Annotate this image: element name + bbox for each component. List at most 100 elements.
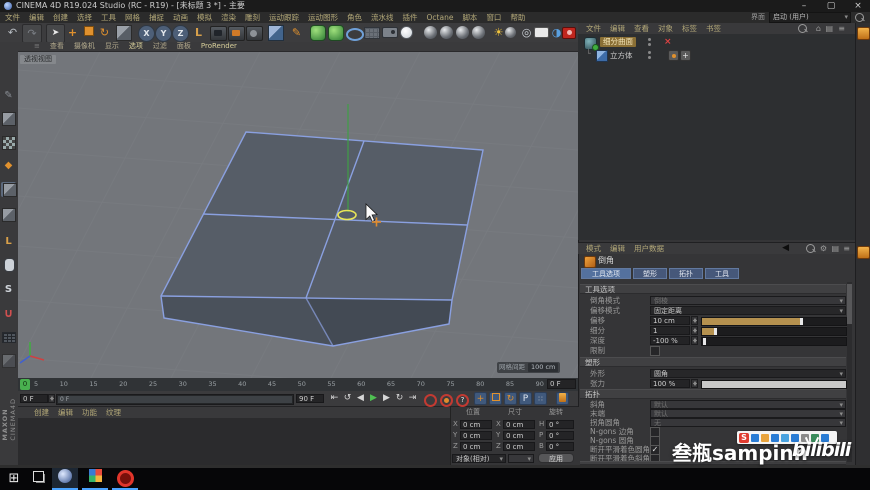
depth-stepper[interactable] xyxy=(691,336,698,345)
start-button-icon[interactable]: ⊞ xyxy=(6,471,22,487)
pos-x-field[interactable]: 0 cm xyxy=(460,420,492,429)
end-frame-field[interactable]: 90 F xyxy=(296,394,324,403)
mat-menu-texture[interactable]: 纹理 xyxy=(106,409,121,417)
camera-object-icon[interactable] xyxy=(382,27,398,38)
om-menu-objects[interactable]: 对象 xyxy=(658,25,673,33)
material-sphere-4-icon[interactable] xyxy=(472,26,485,39)
om-menu-tags[interactable]: 标签 xyxy=(682,25,697,33)
enable-axis-icon[interactable]: L xyxy=(1,234,16,249)
menu-mograph[interactable]: 运动图形 xyxy=(308,14,338,22)
depth-slider[interactable] xyxy=(701,337,847,346)
material-sphere-3-icon[interactable] xyxy=(456,26,469,39)
make-editable-icon[interactable]: ✎ xyxy=(1,88,16,103)
subdivision-slider-knob[interactable] xyxy=(713,328,717,335)
apply-button[interactable]: 应用 xyxy=(538,453,574,463)
material-sphere-2-icon[interactable] xyxy=(440,26,453,39)
visibility-dots[interactable] xyxy=(648,51,651,54)
next-frame-button[interactable]: ▶ xyxy=(380,392,393,405)
miter-dropdown[interactable]: 默认 xyxy=(650,400,846,410)
current-frame-field[interactable]: 0 F xyxy=(547,379,576,389)
om-menu-bookmarks[interactable]: 书签 xyxy=(706,25,721,33)
viewport-menu-cameras[interactable]: 摄像机 xyxy=(74,43,95,50)
frame-range-slider[interactable]: 0 F xyxy=(56,394,294,405)
timeline-playhead[interactable]: 0 xyxy=(20,379,30,390)
spline-pen-icon[interactable]: ✎ xyxy=(288,24,305,41)
object-row-cube[interactable]: └ 立方体 + xyxy=(584,50,849,62)
offset-value[interactable]: 10 cm xyxy=(650,316,690,325)
am-menu-edit[interactable]: 编辑 xyxy=(610,245,625,253)
z-axis-lock[interactable]: Z xyxy=(172,25,189,42)
subdivision-value[interactable]: 1 xyxy=(650,326,690,335)
last-tool-icon[interactable] xyxy=(116,25,132,41)
om-list-icon[interactable]: ≡ xyxy=(838,24,845,33)
goto-end-button[interactable]: ⇥ xyxy=(406,392,419,405)
menu-mesh[interactable]: 网格 xyxy=(125,14,140,22)
tab-tool-options[interactable]: 工具选项 xyxy=(581,268,631,279)
viewport-view-label[interactable]: 透视视图 xyxy=(20,55,56,64)
viewport-solo-icon[interactable] xyxy=(4,258,15,272)
am-search-icon[interactable] xyxy=(806,244,815,253)
tab-shaping[interactable]: 塑形 xyxy=(633,268,667,279)
am-layers-icon[interactable]: ▤ xyxy=(831,244,839,253)
bevel-mode-dropdown[interactable]: 倒棱 xyxy=(650,296,846,306)
coordinate-system-icon[interactable]: L xyxy=(190,24,207,41)
mat-menu-edit[interactable]: 编辑 xyxy=(58,409,73,417)
subdivision-surface-icon[interactable] xyxy=(310,25,326,41)
viewport-canvas[interactable] xyxy=(18,52,578,378)
record-rotation-toggle[interactable]: ↻ xyxy=(504,392,517,405)
x-axis-lock[interactable]: X xyxy=(138,25,155,42)
ending-dropdown[interactable]: 默认 xyxy=(650,409,846,419)
tension-slider[interactable] xyxy=(701,380,847,389)
subdivision-slider[interactable] xyxy=(701,327,847,336)
search-icon[interactable] xyxy=(855,13,864,22)
record-pla-toggle[interactable]: ∷ xyxy=(534,392,547,405)
offset-slider-knob[interactable] xyxy=(799,318,803,325)
am-scrollbar-thumb[interactable] xyxy=(847,284,852,324)
om-menu-view[interactable]: 查看 xyxy=(634,25,649,33)
layout-dropdown[interactable]: 启动 (用户) xyxy=(769,12,851,23)
axis-tag-icon[interactable]: + xyxy=(680,50,691,61)
record-keyframe-button[interactable] xyxy=(424,394,437,407)
model-mode-icon[interactable] xyxy=(2,112,16,126)
am-list-icon[interactable]: ≡ xyxy=(843,244,850,253)
offset-mode-dropdown[interactable]: 固定距离 xyxy=(650,306,846,316)
polygons-mode-icon[interactable] xyxy=(2,208,16,222)
task-view-icon[interactable] xyxy=(30,471,46,487)
frame-range-handle[interactable]: 0 F xyxy=(58,396,292,403)
am-menu-mode[interactable]: 模式 xyxy=(586,245,601,253)
mat-menu-function[interactable]: 功能 xyxy=(82,409,97,417)
material-manager-area[interactable] xyxy=(18,418,450,465)
viewport-menu-panel[interactable]: 面板 xyxy=(177,43,191,50)
rot-h-field[interactable]: 0 ° xyxy=(546,420,574,429)
menu-edit[interactable]: 编辑 xyxy=(29,14,44,22)
menu-render[interactable]: 渲染 xyxy=(221,14,236,22)
viewport-menu-prorender[interactable]: ProRender xyxy=(201,43,237,50)
group-topology[interactable]: 拓扑 xyxy=(580,389,846,399)
menu-pipeline[interactable]: 流水线 xyxy=(371,14,394,22)
viewport-menu-options[interactable]: 选项 xyxy=(129,43,143,50)
coordinate-units-dropdown[interactable] xyxy=(508,454,534,464)
disabled-x-tag[interactable]: × xyxy=(664,38,672,47)
object-row-subdivision[interactable]: 细分曲面 × xyxy=(584,37,849,51)
menu-snap[interactable]: 捕捉 xyxy=(149,14,164,22)
record-parameter-toggle[interactable]: P xyxy=(519,392,532,405)
redo-icon[interactable]: ↷ xyxy=(22,24,42,43)
menu-help[interactable]: 帮助 xyxy=(510,14,525,22)
floor-object-icon[interactable] xyxy=(364,27,380,39)
taskbar-c4d-app[interactable] xyxy=(52,468,78,490)
object-name[interactable]: 细分曲面 xyxy=(600,37,636,47)
goto-start-button[interactable]: ⇤ xyxy=(328,392,341,405)
minimize-button[interactable]: – xyxy=(793,0,815,12)
taskbar-color-app[interactable] xyxy=(82,468,108,490)
play-button[interactable]: ▶ xyxy=(367,392,380,405)
menu-window[interactable]: 窗口 xyxy=(486,14,501,22)
array-generator-icon[interactable] xyxy=(328,25,344,41)
size-z-field[interactable]: 0 cm xyxy=(503,442,535,451)
keyframe-selection-button[interactable]: ? xyxy=(456,394,469,407)
undo-icon[interactable]: ↶ xyxy=(4,24,21,41)
menu-file[interactable]: 文件 xyxy=(5,14,20,22)
lock-workplane-icon[interactable] xyxy=(2,354,16,368)
menu-tools[interactable]: 工具 xyxy=(101,14,116,22)
om-home-icon[interactable]: ⌂ xyxy=(816,24,821,33)
small-sphere-icon[interactable] xyxy=(505,27,516,38)
